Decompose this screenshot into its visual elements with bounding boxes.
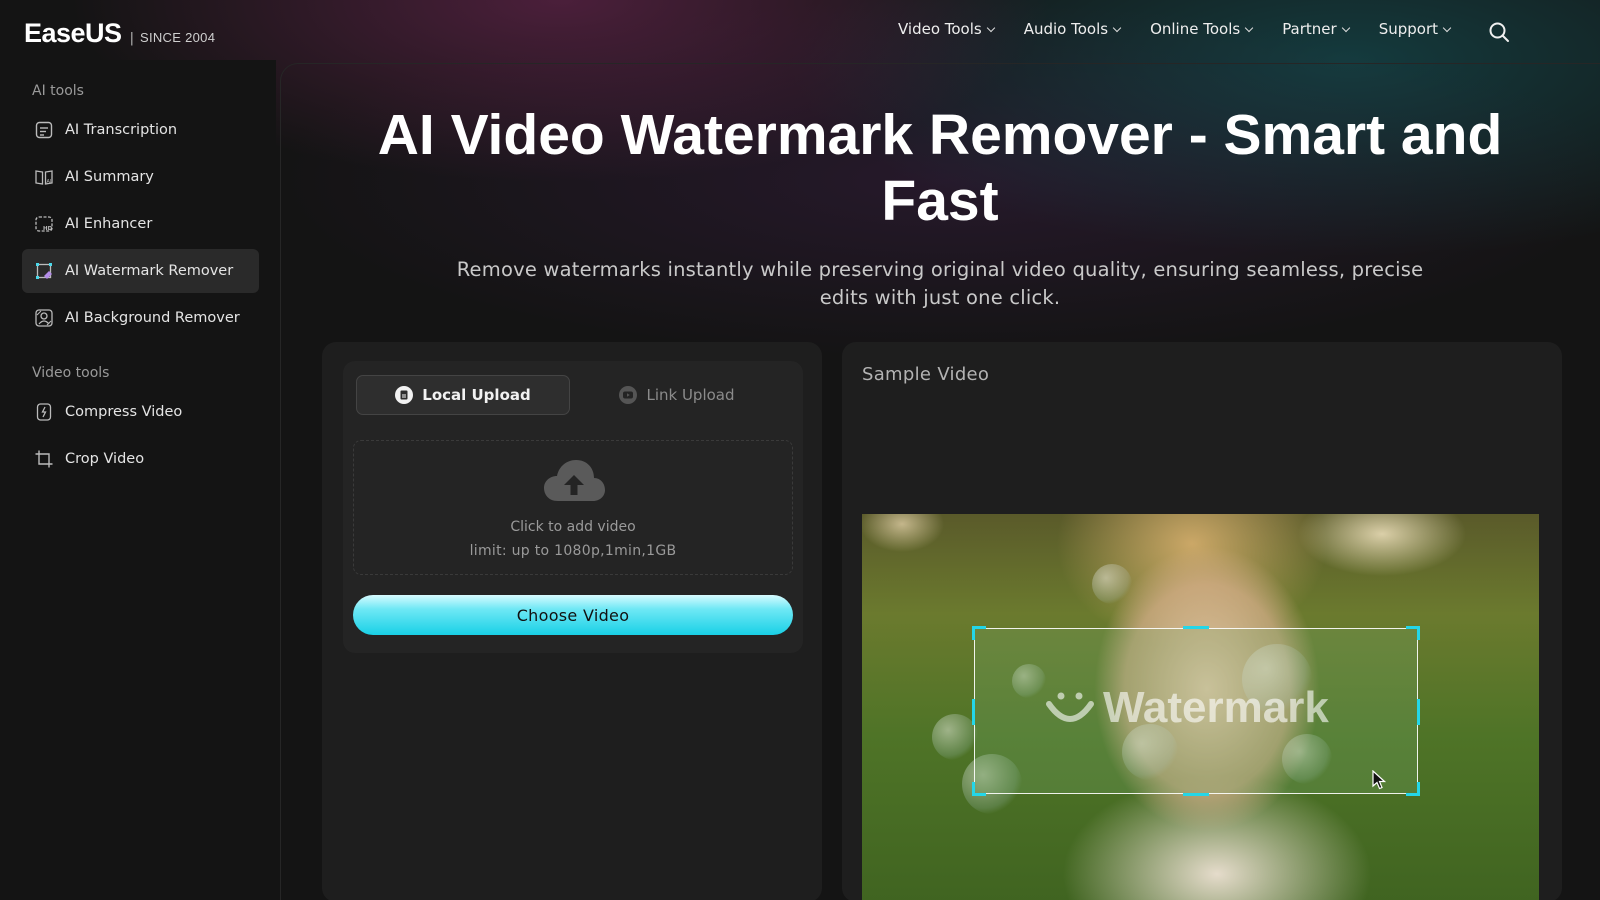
nav-video-tools[interactable]: Video Tools [897,20,995,38]
sidebar-item-ai-transcription[interactable]: AI Transcription [22,108,259,152]
nav-label: Video Tools [897,20,982,38]
tab-link-upload[interactable]: Link Upload [570,375,784,415]
sidebar-item-ai-watermark-remover[interactable]: AI Watermark Remover [22,249,259,293]
dropzone-instruction: Click to add video [510,519,636,535]
crop-icon [35,450,53,468]
top-navigation: Video Tools Audio Tools Online Tools Par… [897,20,1452,38]
watermark-remover-icon [36,263,52,279]
chevron-down-icon [1112,23,1122,32]
mouse-cursor-icon [1372,770,1386,790]
page-subtitle: Remove watermarks instantly while preser… [456,258,1424,309]
sidebar-item-ai-summary[interactable]: AI AI Summary [22,155,259,199]
local-file-icon [395,386,414,404]
sidebar-section-video-tools: Video tools [32,365,110,381]
nav-label: Online Tools [1150,20,1241,38]
summary-icon: AI [35,170,53,185]
resize-handle[interactable] [1417,699,1420,725]
tab-label: Link Upload [646,386,735,404]
resize-handle[interactable] [972,626,975,640]
sidebar-item-ai-background-remover[interactable]: AI Background Remover [22,296,259,340]
resize-handle[interactable] [1417,782,1420,796]
sidebar-item-label: AI Transcription [65,122,178,138]
background-remover-icon [35,309,53,327]
resize-handle[interactable] [1183,626,1209,629]
page-title: AI Video Watermark Remover - Smart and F… [377,103,1503,233]
transcription-icon [35,121,53,139]
tab-local-upload[interactable]: Local Upload [356,375,570,415]
chevron-down-icon [1442,23,1452,32]
nav-audio-tools[interactable]: Audio Tools [1023,20,1122,38]
video-dropzone[interactable]: Click to add video limit: up to 1080p,1m… [353,440,793,575]
sample-watermark: Watermark [1045,683,1329,733]
enhancer-hd-icon: HD [35,216,53,232]
bubble [1092,564,1132,604]
sidebar-item-compress-video[interactable]: Compress Video [22,390,259,434]
sidebar-section-ai-tools: AI tools [32,83,84,99]
logo-separator: | [129,31,134,46]
nav-support[interactable]: Support [1378,20,1452,38]
logo-tagline: SINCE 2004 [139,30,216,45]
resize-handle[interactable] [1183,793,1209,796]
compress-icon [36,403,52,421]
sidebar-item-label: AI Summary [65,169,154,185]
logo-wordmark: EaseUS [24,18,122,48]
sample-video-card: Sample Video Watermark [842,342,1562,900]
svg-text:HD: HD [43,226,53,232]
nav-label: Audio Tools [1023,20,1109,38]
sidebar: AI tools AI Transcription AI AI Summary … [0,60,276,900]
nav-partner[interactable]: Partner [1282,20,1350,38]
upload-tabs: Local Upload Link Upload [356,375,794,415]
chevron-down-icon [1341,23,1350,32]
sidebar-item-label: Crop Video [65,451,145,467]
sidebar-item-label: AI Background Remover [65,310,240,326]
nav-label: Support [1378,20,1438,38]
resize-handle[interactable] [972,699,975,725]
chevron-down-icon [1244,23,1254,32]
sidebar-item-label: Compress Video [65,404,183,420]
link-video-icon [619,386,638,404]
nav-online-tools[interactable]: Online Tools [1150,20,1254,38]
tab-label: Local Upload [422,386,531,404]
choose-video-button[interactable]: Choose Video [353,595,793,635]
resize-handle[interactable] [1417,626,1420,640]
dropzone-limit: limit: up to 1080p,1min,1GB [469,543,677,559]
logo[interactable]: EaseUS | SINCE 2004 [24,18,215,49]
svg-text:AI: AI [47,179,52,185]
nav-label: Partner [1282,20,1337,38]
cloud-upload-icon [544,460,605,501]
watermark-selection-box[interactable]: Watermark [972,626,1420,796]
chevron-down-icon [986,23,995,32]
resize-handle[interactable] [972,782,975,796]
sample-video-label: Sample Video [862,364,990,385]
watermark-text: Watermark [1103,683,1329,732]
sidebar-item-crop-video[interactable]: Crop Video [22,437,259,481]
smiley-icon [1046,692,1094,722]
sample-video-preview[interactable]: Watermark [862,514,1539,900]
search-icon[interactable] [1488,21,1510,43]
sidebar-item-label: AI Enhancer [65,216,153,232]
sidebar-item-label: AI Watermark Remover [65,263,234,279]
sidebar-item-ai-enhancer[interactable]: HD AI Enhancer [22,202,259,246]
